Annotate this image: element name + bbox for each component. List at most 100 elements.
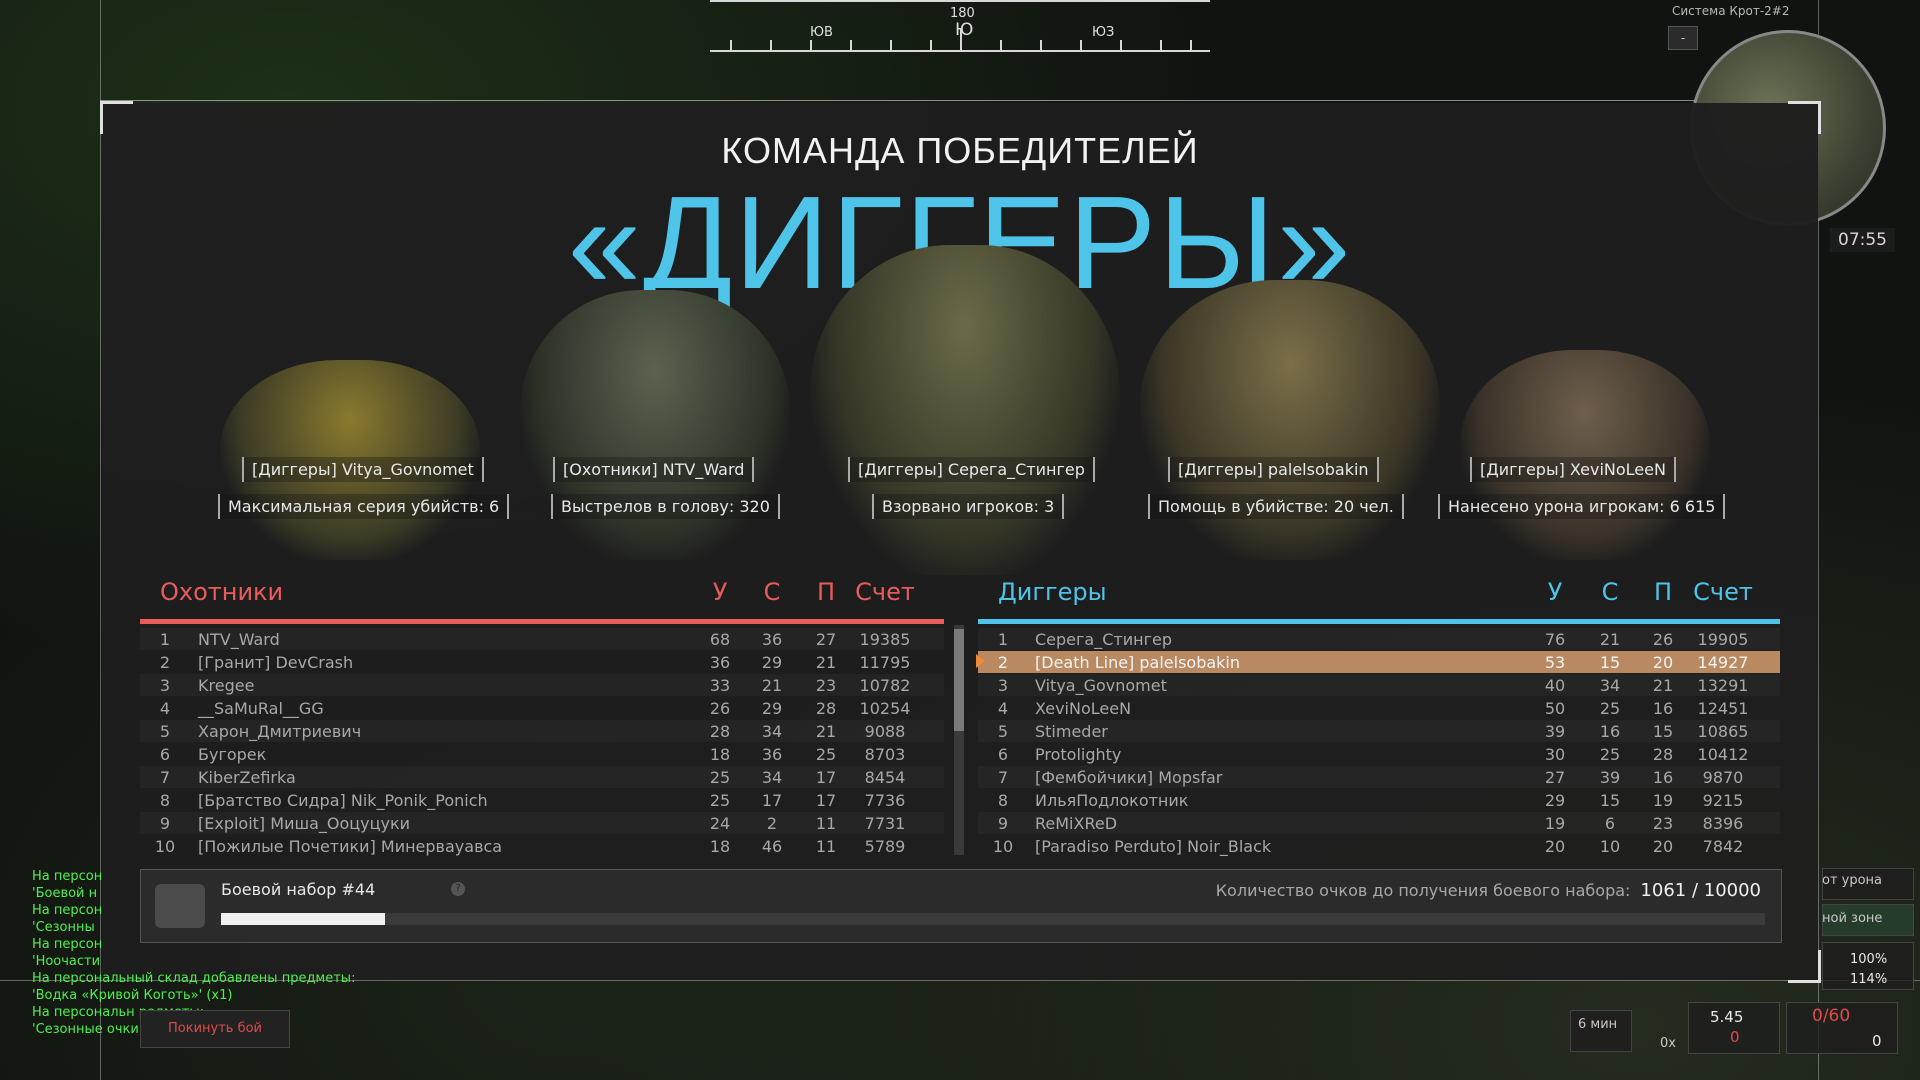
scoreboard-scrollbar[interactable]	[954, 625, 964, 855]
row-kills: 39	[1544, 722, 1566, 741]
compass-tick	[1000, 40, 1002, 50]
minimap-zoom-out-button[interactable]: -	[1668, 26, 1698, 50]
row-deaths: 10	[1599, 837, 1621, 856]
compass-tick	[1120, 40, 1122, 50]
row-assists: 28	[1652, 745, 1674, 764]
table-row[interactable]: 9 ReMiXReD 19 6 23 8396	[978, 812, 1780, 834]
chat-line: На персон	[32, 937, 103, 952]
row-assists: 21	[815, 722, 837, 741]
table-row[interactable]: 4 __SaMuRal__GG 26 29 28 10254	[140, 697, 944, 719]
row-kills: 76	[1544, 630, 1566, 649]
battle-pack-points-info: Количество очков до получения боевого на…	[1216, 880, 1761, 901]
diggers-col-assists: П	[1653, 578, 1673, 606]
highlight-stat-4: Помощь в убийстве: 20 чел.	[1148, 494, 1404, 519]
battle-pack-progress-bar	[221, 913, 1765, 925]
row-player-name: XeviNoLeeN	[1035, 699, 1132, 718]
row-player-name: [Братство Сидра] Nik_Ponik_Ponich	[198, 791, 488, 810]
row-assists: 11	[815, 814, 837, 833]
table-row[interactable]: 1 NTV_Ward 68 36 27 19385	[140, 628, 944, 650]
row-score: 9088	[864, 722, 906, 741]
compass-tick	[810, 40, 812, 50]
diggers-team-name: Диггеры	[998, 578, 1107, 606]
row-player-name: Protolighty	[1035, 745, 1122, 764]
row-score: 10865	[1697, 722, 1749, 741]
compass-tick	[1160, 40, 1162, 50]
row-assists: 27	[815, 630, 837, 649]
compass: 180 Ю ЮВ ЮЗ	[710, 0, 1210, 60]
compass-tick	[770, 40, 772, 50]
row-deaths: 29	[761, 699, 783, 718]
table-row[interactable]: 4 XeviNoLeeN 50 25 16 12451	[978, 697, 1780, 719]
compass-degree: 180	[950, 6, 975, 21]
table-row[interactable]: 8 [Братство Сидра] Nik_Ponik_Ponich 25 17 17…	[140, 789, 944, 811]
hud-weight: 5.45	[1710, 1008, 1744, 1026]
row-assists: 25	[815, 745, 837, 764]
table-row[interactable]: 10 [Пожилые Почетики] Минервауавса 18 46 11 5…	[140, 835, 944, 857]
row-score: 8454	[864, 768, 906, 787]
table-row[interactable]: 1 Серега_Стингер 76 21 26 19905	[978, 628, 1780, 650]
row-score: 10254	[859, 699, 911, 718]
soldier-portrait-5	[1460, 350, 1710, 560]
battle-pack-panel: Боевой набор #44 ? Количество очков до п…	[140, 869, 1782, 943]
row-assists: 16	[1652, 699, 1674, 718]
row-rank: 3	[997, 676, 1009, 695]
row-assists: 17	[815, 768, 837, 787]
row-rank: 4	[997, 699, 1009, 718]
row-rank: 10	[992, 837, 1014, 856]
row-deaths: 16	[1599, 722, 1621, 741]
hud-damage-label: от урона	[1822, 873, 1883, 888]
highlight-player-1: [Диггеры] Vitya_Govnomet	[242, 457, 484, 482]
hud-buff-timer: 6 мин	[1578, 1017, 1618, 1032]
table-row[interactable]: 6 Protolighty 30 25 28 10412	[978, 743, 1780, 765]
row-deaths: 21	[1599, 630, 1621, 649]
info-icon[interactable]: ?	[451, 882, 465, 896]
row-rank: 2	[997, 653, 1009, 672]
row-player-name: ReMiXReD	[1035, 814, 1118, 833]
table-row[interactable]: 3 Vitya_Govnomet 40 34 21 13291	[978, 674, 1780, 696]
table-row[interactable]: 7 KiberZefirka 25 34 17 8454	[140, 766, 944, 788]
table-row[interactable]: 2 [Гранит] DevCrash 36 29 21 11795	[140, 651, 944, 673]
leave-battle-button[interactable]: Покинуть бой	[140, 1010, 290, 1048]
row-player-name: Харон_Дмитриевич	[198, 722, 362, 741]
chat-line: 'Водка «Кривой Коготь»' (x1)	[32, 988, 233, 1003]
hud-health-2: 114%	[1850, 972, 1888, 987]
row-assists: 11	[815, 837, 837, 856]
hud-armor-label: 0х	[1660, 1036, 1676, 1051]
highlight-stat-1: Максимальная серия убийств: 6	[218, 494, 510, 519]
scrollbar-thumb[interactable]	[954, 629, 964, 731]
table-row[interactable]: 5 Харон_Дмитриевич 28 34 21 9088	[140, 720, 944, 742]
table-row[interactable]: 2 [Death Line] palelsobakin 53 15 20 14927	[976, 651, 1780, 673]
table-row[interactable]: 8 ИльяПодлокотник 29 15 19 9215	[978, 789, 1780, 811]
table-row[interactable]: 5 Stimeder 39 16 15 10865	[978, 720, 1780, 742]
compass-tick	[930, 40, 932, 50]
chat-line: 'Боевой н	[32, 886, 98, 901]
table-row[interactable]: 3 Kregee 33 21 23 10782	[140, 674, 944, 696]
row-deaths: 36	[761, 630, 783, 649]
row-assists: 20	[1652, 837, 1674, 856]
row-player-name: NTV_Ward	[198, 630, 280, 649]
highlight-player-3: [Диггеры] Серега_Стингер	[848, 457, 1095, 482]
row-deaths: 25	[1599, 699, 1621, 718]
hunters-col-kills: У	[712, 578, 728, 606]
table-row[interactable]: 10 [Paradiso Perduto] Noir_Black 20 10 20 784…	[978, 835, 1780, 857]
row-rank: 4	[159, 699, 171, 718]
row-rank: 8	[159, 791, 171, 810]
row-kills: 30	[1544, 745, 1566, 764]
row-kills: 18	[709, 837, 731, 856]
highlight-player-2: [Охотники] NTV_Ward	[553, 457, 755, 482]
row-kills: 53	[1544, 653, 1566, 672]
row-kills: 25	[709, 791, 731, 810]
hud-grenade-count: 0	[1872, 1032, 1882, 1050]
compass-tick-center	[960, 28, 962, 50]
table-row[interactable]: 6 Бугорек 18 36 25 8703	[140, 743, 944, 765]
compass-tick	[730, 40, 732, 50]
row-deaths: 29	[761, 653, 783, 672]
table-row[interactable]: 9 [Exploit] Миша_Ооцуцуки 24 2 11 7731	[140, 812, 944, 834]
hunters-col-deaths: С	[763, 578, 781, 606]
compass-main-direction: Ю	[955, 20, 974, 40]
row-player-name: [Paradiso Perduto] Noir_Black	[1035, 837, 1272, 856]
table-row[interactable]: 7 [Фембойчики] Mopsfar 27 39 16 9870	[978, 766, 1780, 788]
row-assists: 26	[1652, 630, 1674, 649]
row-player-name: ИльяПодлокотник	[1035, 791, 1189, 810]
row-player-name: Stimeder	[1035, 722, 1108, 741]
